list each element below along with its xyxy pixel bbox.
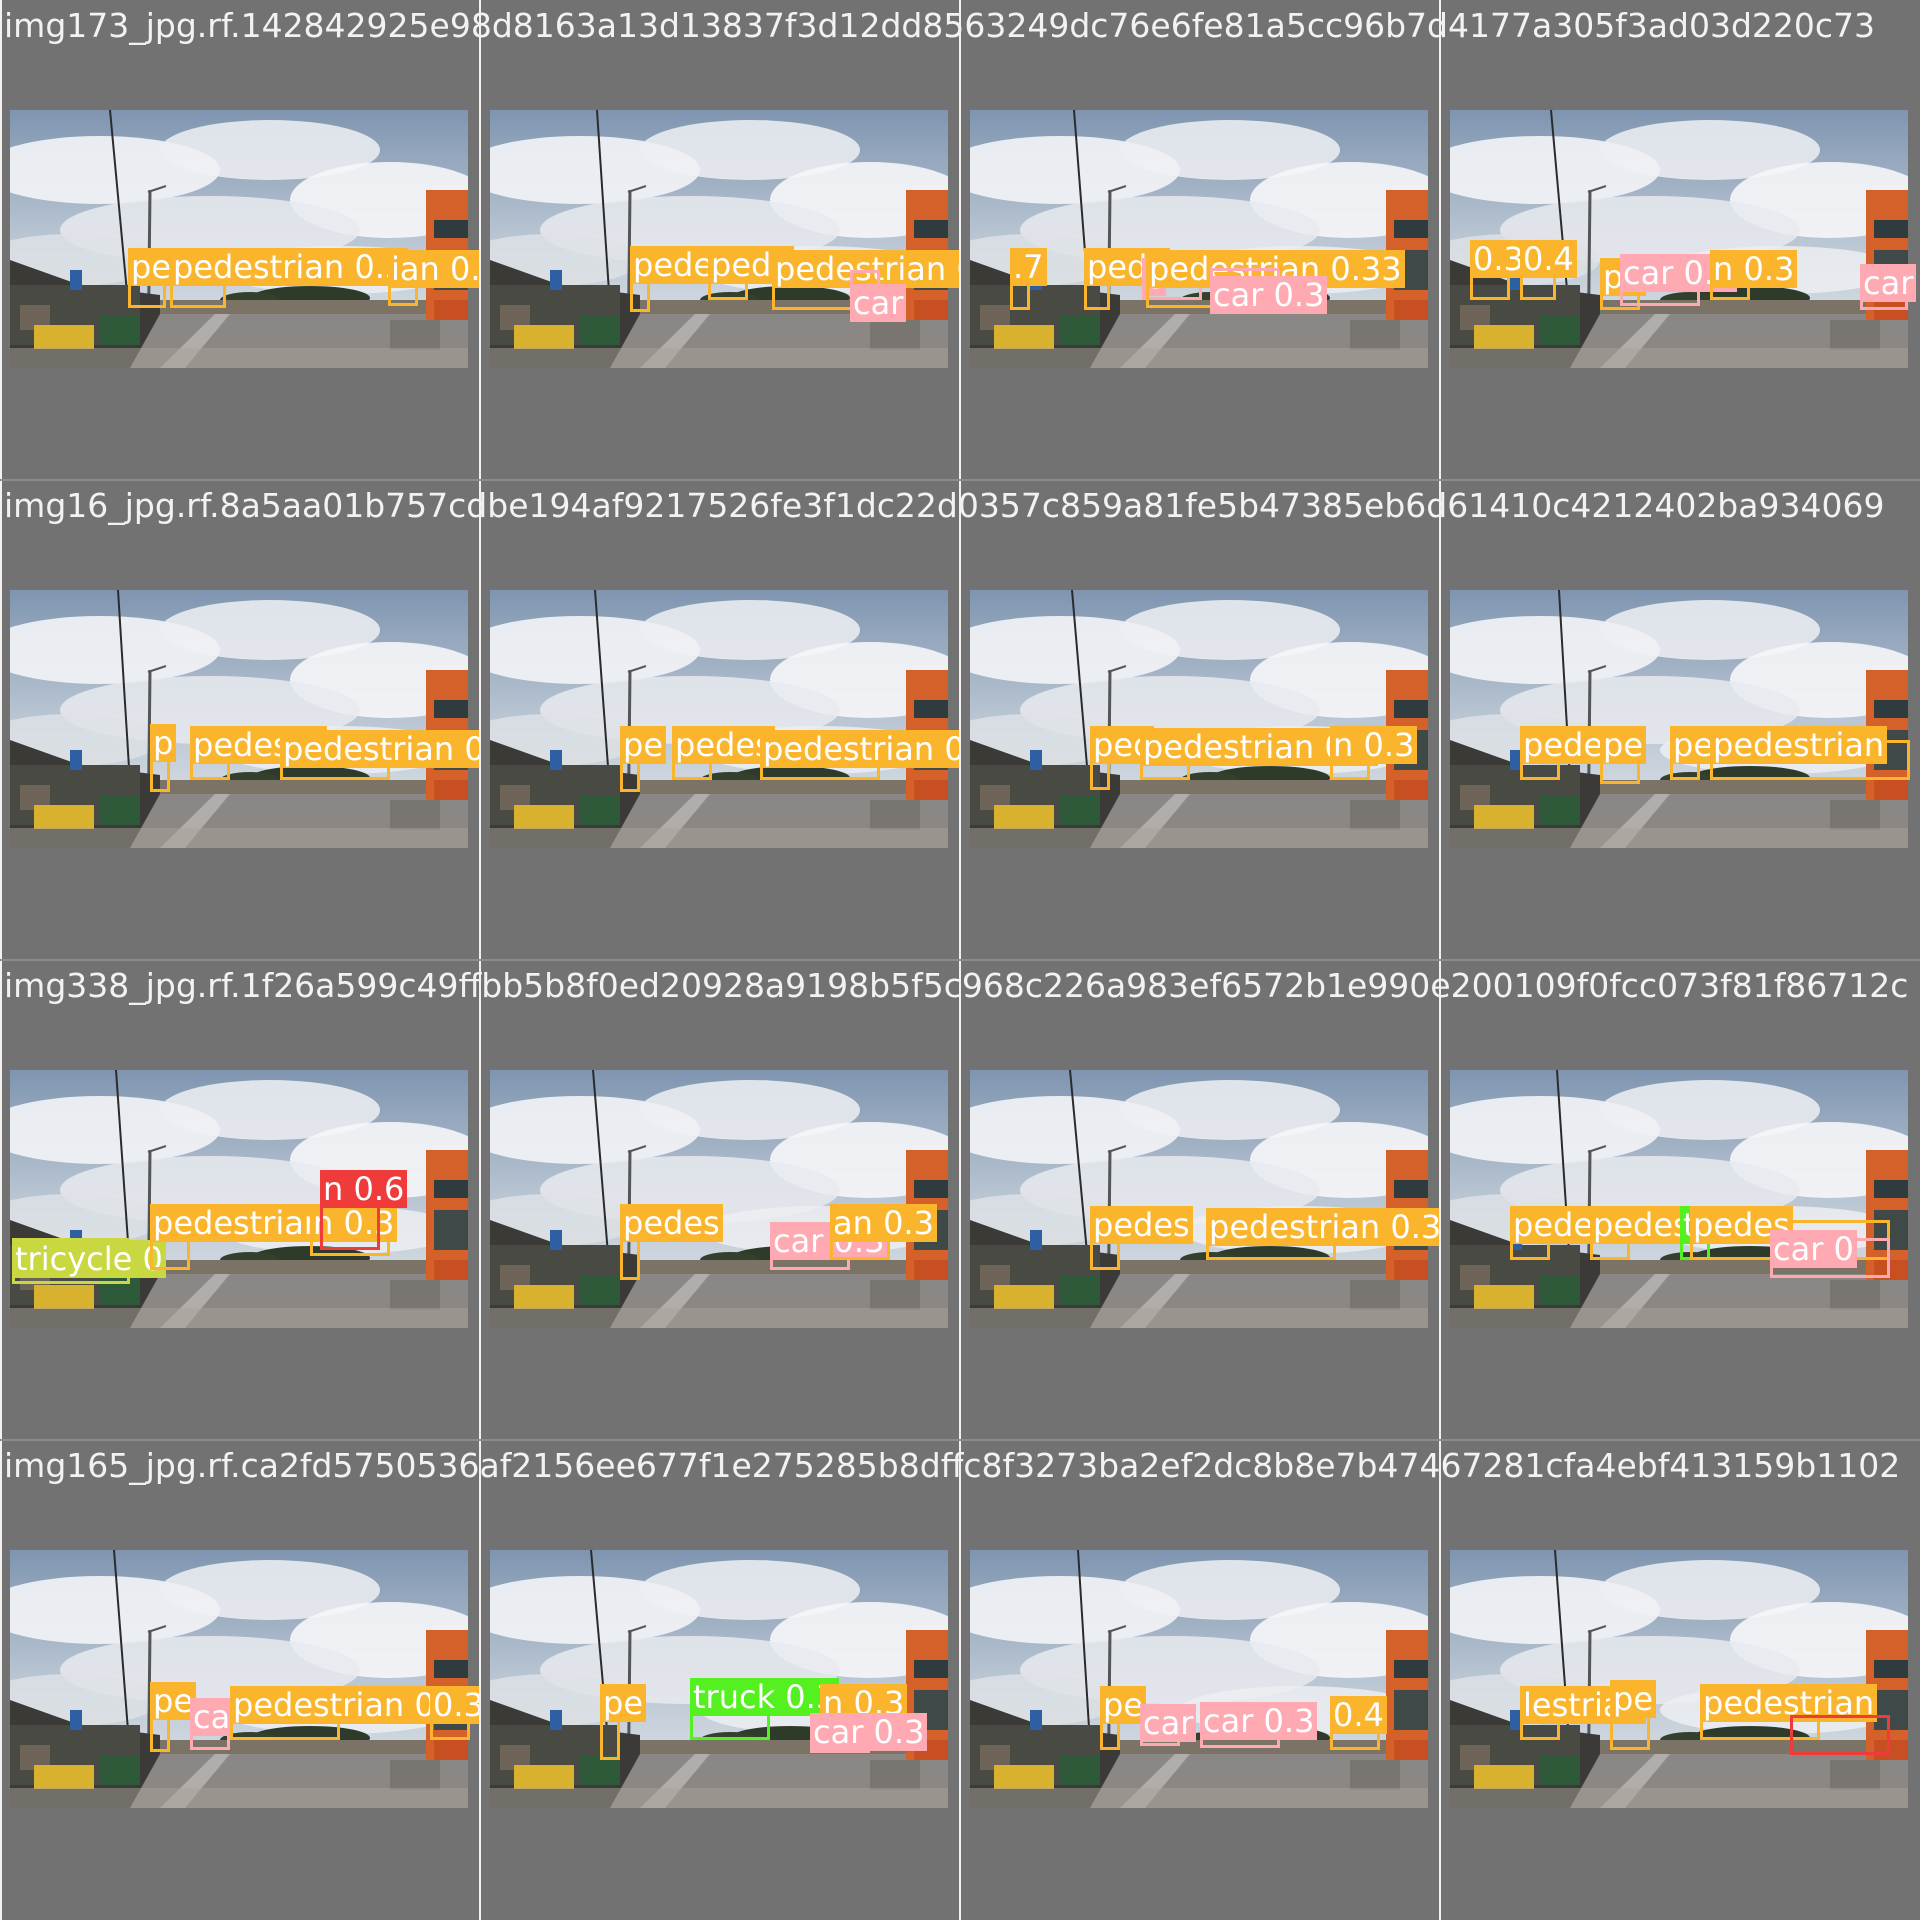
tile-filename: img165_jpg.rf.ca2fd5750536af2156ee677f1e… <box>4 1446 1901 1485</box>
pedestrian-label: 0.4 <box>1330 1696 1387 1734</box>
tile-image: pedes pedestrian 0.3 <box>970 1070 1440 1328</box>
mosaic-tile: pe car car 0.3 0.4 <box>960 1440 1440 1920</box>
pedestrian-label: pede <box>1510 1206 1596 1244</box>
car-label: car <box>850 284 907 322</box>
detection-overlay: pe ca pedestrian 0.3 0.3 <box>10 1550 480 1808</box>
motorcycle-bounding-box <box>1790 1715 1890 1755</box>
pedestrian-label: pedes <box>620 1204 723 1242</box>
tile-divider <box>0 479 1920 481</box>
pedestrian-label: ian 0.3 <box>388 250 480 288</box>
detection-overlay: pec pedestrian 0.3 n 0.3 <box>970 590 1428 848</box>
pedestrian-label: 0.3 <box>1470 240 1527 278</box>
tile-image: pedepedepedestrian 0.3car <box>490 110 960 368</box>
pedestrian-label: pedestrian 0.3 <box>760 730 960 768</box>
car-label: car 0.3 <box>810 1713 928 1751</box>
pedestrian-label: pedestrian 0.3 <box>1206 1208 1440 1246</box>
car-label: ca <box>190 1698 234 1736</box>
pedestrian-label: p <box>150 724 177 762</box>
pedestrian-label: pe <box>620 726 666 764</box>
tile-image: tricycle 0 pedestrian 0.3 n 0.3 n 0.6 <box>10 1070 468 1328</box>
pedestrian-label: pedestrian <box>1710 726 1888 764</box>
mosaic-tile: pe truck 0.3 n 0.3 car 0.3 <box>480 1440 960 1920</box>
detection-overlay: lestrian pe pedestrian <box>1450 1550 1908 1808</box>
detection-overlay: pedepedestrpedescar 0 <box>1450 1070 1908 1328</box>
motorcycle-label: n 0.6 <box>320 1170 408 1208</box>
tile-image: pe truck 0.3 n 0.3 car 0.3 <box>490 1550 948 1808</box>
mosaic-tile: pedes pedestrian 0.3 <box>960 960 1440 1440</box>
pedestrian-label: 0.3 <box>430 1686 480 1724</box>
pedestrian-label: .7 <box>1010 248 1047 286</box>
tile-image: pecpedestrian 0.3ian 0.3 <box>10 110 480 368</box>
mosaic-tile: pedes car 0.3 an 0.3 <box>480 960 960 1440</box>
car-label: car 0.3 <box>1200 1702 1318 1740</box>
mosaic-tile: pecpedestrian 0.3ian 0.3 <box>0 0 480 480</box>
detection-overlay: pedepedepedestrian 0.3car <box>490 110 960 368</box>
detection-overlay: pepedespedestrian 0.3 <box>490 590 960 848</box>
mosaic-tile: ppedestripedestrian 0.3 0.3 <box>0 480 480 960</box>
pedestrian-label: pede <box>630 246 716 284</box>
car-label: car 0 <box>1770 1230 1857 1268</box>
mosaic-tile: pedes pe ped pedestrian <box>1440 480 1920 960</box>
car-label: car 0.3 <box>1210 276 1328 314</box>
mosaic-tile: tricycle 0 pedestrian 0.3 n 0.3 n 0.6 <box>0 960 480 1440</box>
mosaic-tile: pec pedestrian 0.3 n 0.3 <box>960 480 1440 960</box>
tile-image: pe car car 0.3 0.4 <box>970 1550 1428 1808</box>
detection-overlay: pe car car 0.3 0.4 <box>970 1550 1428 1808</box>
mosaic-tile: .7pedecpedestrian 0.33car 0.3 <box>960 0 1440 480</box>
pedestrian-label: pedes <box>1590 1206 1693 1244</box>
tile-image: pepedespedestrian 0.3 <box>490 590 960 848</box>
pedestrian-label: pedes <box>1090 1206 1193 1244</box>
tile-image: 0.30.4pecar 0.3n 0.3car <box>1450 110 1917 368</box>
mosaic-tile: pedepedestrpedescar 0 <box>1440 960 1920 1440</box>
tile-image: pec pedestrian 0.3 n 0.3 <box>970 590 1428 848</box>
mosaic-grid: pecpedestrian 0.3ian 0.3 <box>0 0 1920 1920</box>
car-label: car <box>1860 264 1917 302</box>
mosaic-tile: lestrian pe pedestrian <box>1440 1440 1920 1920</box>
mosaic-tile: pepedespedestrian 0.3 <box>480 480 960 960</box>
tricycle-label: tricycle 0 <box>12 1240 166 1278</box>
tile-divider <box>0 1439 1920 1441</box>
detection-overlay: pedes car 0.3 an 0.3 <box>490 1070 948 1328</box>
detection-overlay: tricycle 0 pedestrian 0.3 n 0.3 n 0.6 <box>10 1070 468 1328</box>
pedestrian-label: n 0.3 <box>1710 250 1798 288</box>
tile-filename: img16_jpg.rf.8a5aa01b757cdbe194af9217526… <box>4 486 1885 525</box>
pedestrian-label: pe <box>1610 1680 1656 1718</box>
pedestrian-label: n 0.3 <box>1330 726 1418 764</box>
detection-overlay: pedes pedestrian 0.3 <box>970 1070 1440 1328</box>
pedestrian-label: pedestrian 0.3 0.3 <box>280 730 480 768</box>
mosaic-tile: 0.30.4pecar 0.3n 0.3car <box>1440 0 1920 480</box>
tile-image: ppedestripedestrian 0.3 0.3 <box>10 590 480 848</box>
tile-image: pedes pe ped pedestrian <box>1450 590 1910 848</box>
tile-image: lestrian pe pedestrian <box>1450 1550 1908 1808</box>
detection-overlay: pecpedestrian 0.3ian 0.3 <box>10 110 480 368</box>
pedestrian-label: pe <box>1600 726 1646 764</box>
tile-image: pe ca pedestrian 0.3 0.3 <box>10 1550 480 1808</box>
tile-image: .7pedecpedestrian 0.33car 0.3 <box>970 110 1428 368</box>
pedestrian-label: an 0.3 <box>830 1204 937 1242</box>
tile-image: pedes car 0.3 an 0.3 <box>490 1070 948 1328</box>
mosaic-tile: pedepedepedestrian 0.3car <box>480 0 960 480</box>
tile-filename: img338_jpg.rf.1f26a599c49ffbb5b8f0ed2092… <box>4 966 1909 1005</box>
detection-overlay: ppedestripedestrian 0.3 0.3 <box>10 590 480 848</box>
detection-overlay: pe truck 0.3 n 0.3 car 0.3 <box>490 1550 948 1808</box>
pedestrian-label: pedestrian 0.3 <box>170 248 409 286</box>
detection-overlay: 0.30.4pecar 0.3n 0.3car <box>1450 110 1917 368</box>
pedestrian-label: 0.4 <box>1520 240 1577 278</box>
mosaic-tile: pe ca pedestrian 0.3 0.3 <box>0 1440 480 1920</box>
tile-filename: img173_jpg.rf.142842925e98d8163a13d13837… <box>4 6 1876 45</box>
pedestrian-label: pe <box>600 1684 646 1722</box>
detection-overlay: .7pedecpedestrian 0.33car 0.3 <box>970 110 1428 368</box>
tile-divider <box>0 959 1920 961</box>
car-label: car <box>1140 1704 1197 1742</box>
detection-overlay: pedes pe ped pedestrian <box>1450 590 1910 848</box>
tile-image: pedepedestrpedescar 0 <box>1450 1070 1908 1328</box>
truck-label: truck 0.3 <box>690 1678 840 1716</box>
